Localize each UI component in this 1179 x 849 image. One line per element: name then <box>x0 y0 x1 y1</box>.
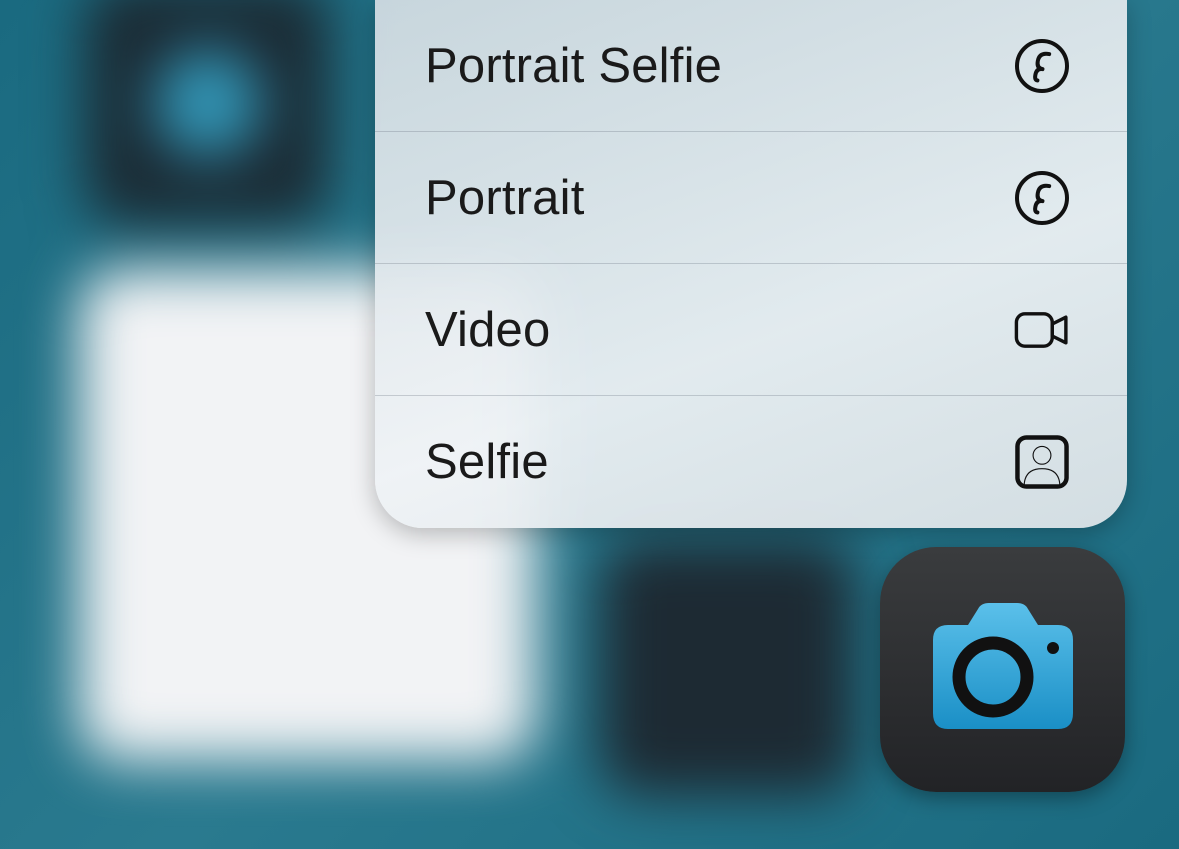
menu-item-label: Portrait Selfie <box>425 38 722 94</box>
menu-item-portrait-selfie[interactable]: Portrait Selfie <box>375 0 1127 132</box>
camera-app-icon[interactable] <box>880 547 1125 792</box>
aperture-f-icon <box>1013 37 1071 95</box>
person-square-icon <box>1013 433 1071 491</box>
aperture-f-icon <box>1013 169 1071 227</box>
blurred-tile-detail <box>148 43 268 163</box>
menu-item-selfie[interactable]: Selfie <box>375 396 1127 528</box>
camera-icon <box>913 595 1093 745</box>
menu-item-portrait[interactable]: Portrait <box>375 132 1127 264</box>
menu-item-label: Portrait <box>425 170 585 226</box>
blurred-tile <box>85 0 330 225</box>
video-camera-icon <box>1013 301 1071 359</box>
camera-quick-actions-menu: Portrait Selfie Portrait Video <box>375 0 1127 528</box>
menu-item-label: Video <box>425 302 550 358</box>
menu-item-video[interactable]: Video <box>375 264 1127 396</box>
menu-item-label: Selfie <box>425 434 549 490</box>
blurred-tile <box>600 540 855 795</box>
